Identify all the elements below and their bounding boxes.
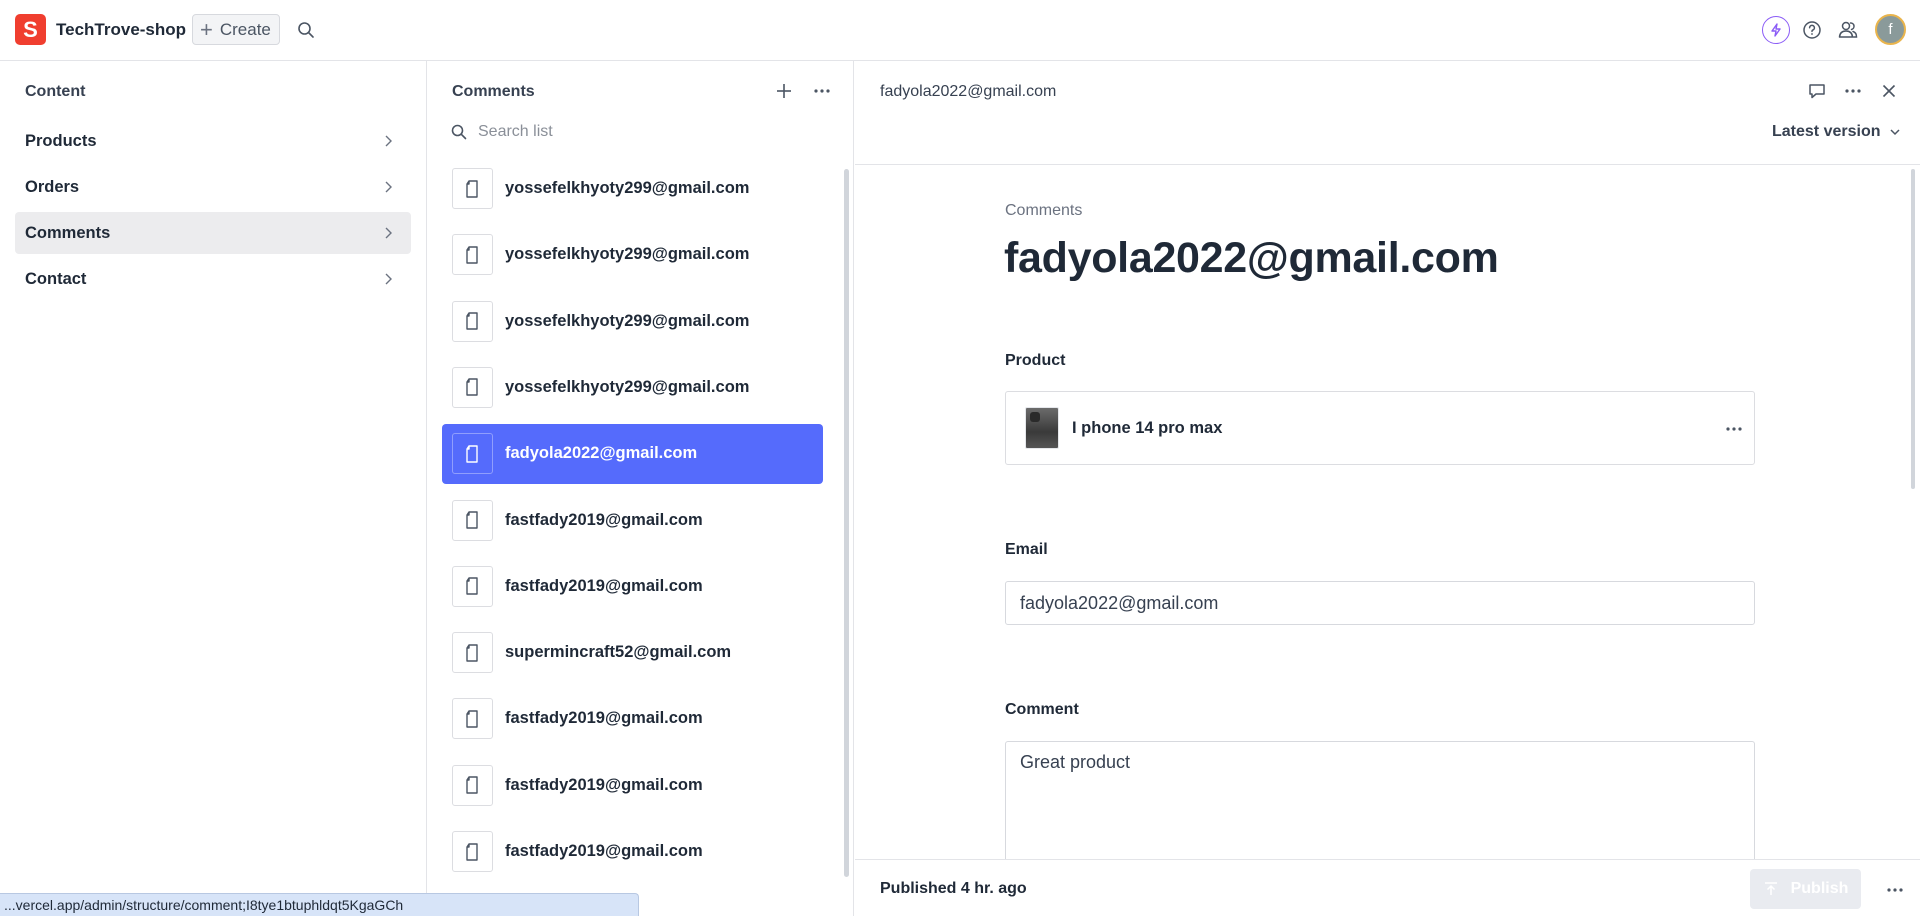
comment-icon[interactable] — [1807, 81, 1827, 101]
more-options-icon[interactable] — [812, 81, 832, 101]
list-item[interactable]: fastfady2019@gmail.com — [442, 822, 823, 882]
chevron-right-icon — [380, 133, 396, 149]
email-field[interactable] — [1005, 581, 1755, 625]
help-icon[interactable] — [1798, 16, 1826, 44]
publish-button[interactable]: Publish — [1750, 869, 1861, 909]
publish-status-time: 4 hr. ago — [960, 880, 1027, 897]
product-reference[interactable]: I phone 14 pro max — [1005, 391, 1755, 465]
list-item-label: yossefelkhyoty299@gmail.com — [505, 179, 750, 197]
nav-title: Content — [25, 83, 86, 100]
bolt-icon[interactable] — [1762, 16, 1790, 44]
chevron-right-icon — [380, 179, 396, 195]
document-icon — [452, 168, 493, 209]
people-icon[interactable] — [1834, 16, 1862, 44]
list-item[interactable]: fastfady2019@gmail.com — [442, 756, 823, 816]
list-item-label: fadyola2022@gmail.com — [505, 444, 698, 463]
comments-list-pane: Comments yossefelkhyoty299@gmail.com yoss… — [428, 61, 854, 916]
plus-icon: + — [200, 16, 213, 42]
add-document-icon[interactable] — [774, 81, 794, 101]
list-item-label: supermincraft52@gmail.com — [505, 643, 732, 662]
comment-field-label: Comment — [1005, 701, 1079, 718]
list-item-label: fastfady2019@gmail.com — [505, 510, 703, 529]
document-icon — [452, 366, 493, 408]
list-item-label: fastfady2019@gmail.com — [505, 842, 703, 860]
more-options-icon[interactable] — [1885, 880, 1905, 900]
link-status-bar: ...vercel.app/admin/structure/comment;I8… — [0, 893, 639, 916]
more-options-icon[interactable] — [1724, 419, 1744, 439]
more-options-icon[interactable] — [1843, 81, 1863, 101]
publish-label: Publish — [1790, 880, 1849, 897]
document-pane-title: fadyola2022@gmail.com — [880, 83, 1057, 100]
document-icon — [452, 499, 493, 541]
document-icon — [452, 300, 493, 342]
content-nav-pane: Content Products Orders Comments Contact — [0, 61, 427, 916]
document-type-label: Comments — [1005, 202, 1083, 219]
search-icon[interactable] — [295, 19, 317, 41]
studio-logo[interactable]: S — [15, 14, 46, 45]
list-item[interactable]: yossefelkhyoty299@gmail.com — [442, 159, 823, 219]
nav-item-products[interactable]: Products — [15, 120, 411, 162]
list-item-label: yossefelkhyoty299@gmail.com — [505, 245, 750, 264]
product-field-label: Product — [1005, 352, 1066, 369]
product-name: I phone 14 pro max — [1072, 419, 1223, 437]
project-name[interactable]: TechTrove-shop — [56, 20, 186, 40]
header-divider — [855, 164, 1920, 165]
create-button[interactable]: + Create — [192, 14, 280, 45]
chevron-down-icon — [1888, 125, 1902, 139]
close-icon[interactable] — [1879, 81, 1899, 101]
nav-item-label: Products — [25, 131, 97, 150]
list-title: Comments — [452, 83, 535, 100]
document-editor-pane: fadyola2022@gmail.com Latest version Com… — [855, 61, 1920, 916]
list-scrollbar[interactable] — [844, 169, 849, 877]
document-icon — [452, 565, 493, 607]
editor-scrollbar[interactable] — [1911, 169, 1915, 489]
nav-item-contact[interactable]: Contact — [15, 258, 411, 300]
document-title: fadyola2022@gmail.com — [1004, 234, 1499, 282]
version-label: Latest version — [1772, 123, 1881, 140]
list-item-label: yossefelkhyoty299@gmail.com — [505, 377, 750, 396]
list-item[interactable]: fastfady2019@gmail.com — [442, 689, 823, 749]
chevron-right-icon — [380, 271, 396, 287]
search-icon — [450, 123, 468, 141]
version-select[interactable]: Latest version — [1772, 123, 1902, 141]
publish-icon — [1763, 881, 1779, 897]
list-item[interactable]: supermincraft52@gmail.com — [442, 623, 823, 683]
nav-item-label: Contact — [25, 269, 87, 288]
document-icon — [452, 632, 493, 674]
list-item[interactable]: yossefelkhyoty299@gmail.com — [442, 292, 823, 352]
document-icon — [452, 698, 493, 740]
list-item[interactable]: fastfady2019@gmail.com — [442, 557, 823, 617]
list-item[interactable]: fadyola2022@gmail.com — [442, 424, 823, 485]
document-icon — [452, 764, 493, 806]
document-footer: Published 4 hr. ago Publish — [855, 859, 1920, 916]
list-item-label: fastfady2019@gmail.com — [505, 775, 703, 794]
nav-item-label: Orders — [25, 177, 80, 196]
create-label: Create — [219, 19, 271, 39]
list-item[interactable]: yossefelkhyoty299@gmail.com — [442, 225, 823, 285]
list-item-label: fastfady2019@gmail.com — [505, 576, 703, 595]
document-icon — [452, 234, 493, 276]
product-thumbnail — [1025, 407, 1059, 449]
list-item[interactable]: fastfady2019@gmail.com — [442, 491, 823, 551]
publish-status-prefix: Published — [880, 880, 957, 897]
document-icon — [452, 831, 493, 872]
user-avatar[interactable]: f — [1875, 14, 1906, 45]
nav-item-comments[interactable]: Comments — [15, 212, 411, 254]
list-item-label: yossefelkhyoty299@gmail.com — [505, 311, 750, 330]
list-item-label: fastfady2019@gmail.com — [505, 709, 703, 728]
chevron-right-icon — [380, 225, 396, 241]
search-list-input[interactable] — [478, 119, 808, 145]
document-icon — [452, 433, 493, 475]
top-bar: S TechTrove-shop + Create f — [0, 0, 1920, 61]
list-item[interactable]: yossefelkhyoty299@gmail.com — [442, 358, 823, 418]
email-field-label: Email — [1005, 541, 1048, 558]
nav-item-orders[interactable]: Orders — [15, 166, 411, 208]
publish-status: Published 4 hr. ago — [880, 880, 1027, 898]
nav-item-label: Comments — [25, 223, 111, 242]
